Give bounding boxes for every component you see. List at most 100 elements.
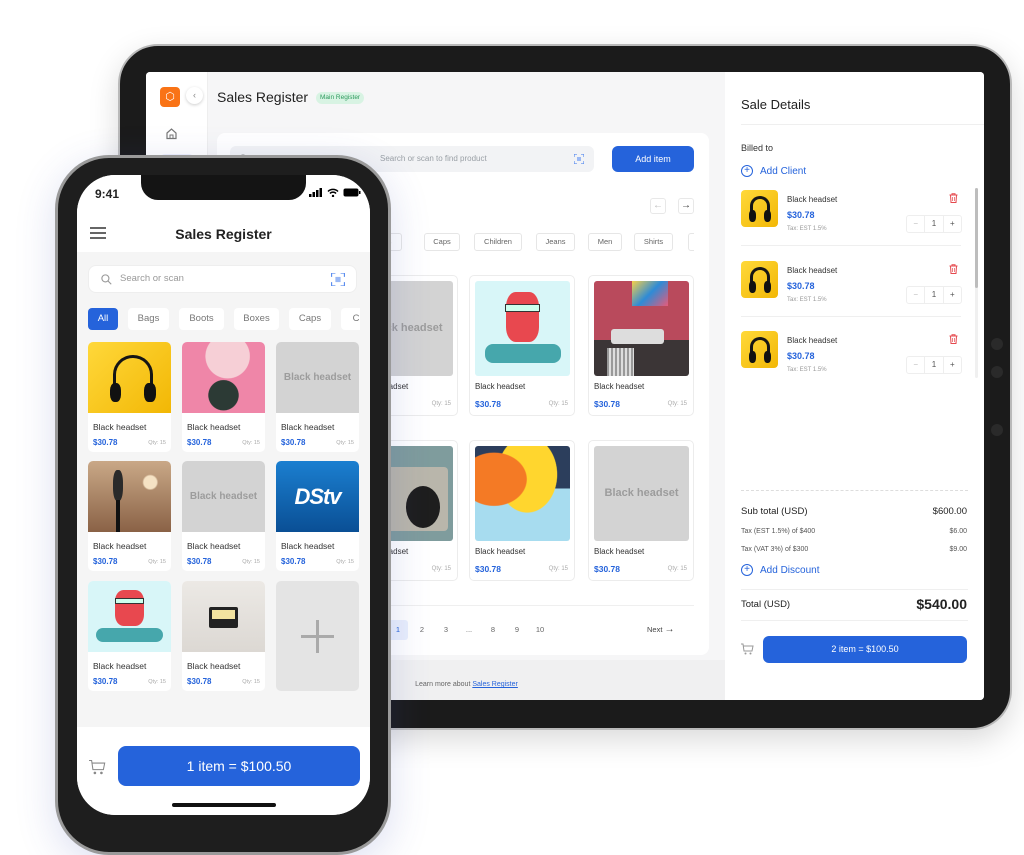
trash-icon[interactable] xyxy=(949,193,958,203)
quantity-stepper[interactable]: −1 + xyxy=(906,215,962,233)
product-name: Black headset xyxy=(281,422,335,432)
product-qty: Qty: 15 xyxy=(336,559,354,565)
product-card[interactable]: Black headset $30.78 Qty: 15 xyxy=(588,275,694,416)
page-button[interactable]: 3 xyxy=(436,620,456,640)
logo-box-icon[interactable]: ⬡ xyxy=(160,87,180,107)
billed-to-label: Billed to xyxy=(741,143,774,153)
decrement-button[interactable]: − xyxy=(907,287,924,303)
quantity-stepper[interactable]: −1 + xyxy=(906,285,962,304)
category-chip[interactable]: Boots xyxy=(179,308,224,330)
product-card[interactable]: Black headset Black headset $30.78 Qty: … xyxy=(276,342,359,452)
product-card[interactable]: Black headset $30.78 Qty: 15 xyxy=(469,440,575,581)
barcode-scan-icon[interactable] xyxy=(331,273,345,286)
cart-item-price: $30.78 xyxy=(787,351,815,361)
product-image xyxy=(182,342,265,413)
cart-item-tax: Tax: EST 1.5% xyxy=(787,367,827,373)
product-image xyxy=(475,281,570,376)
tablet-side-button xyxy=(991,338,1003,350)
add-discount-button[interactable]: + Add Discount xyxy=(741,564,819,576)
quantity-value[interactable]: 1 xyxy=(924,216,942,232)
scrollbar-thumb[interactable] xyxy=(975,188,978,288)
quantity-value[interactable]: 1 xyxy=(924,357,942,373)
product-card[interactable]: Black headset $30.78 Qty: 15 xyxy=(182,581,265,691)
category-chip[interactable]: Boxes xyxy=(234,308,279,330)
product-price: $30.78 xyxy=(187,677,212,686)
product-name: Black headset xyxy=(187,422,241,432)
product-qty: Qty: 15 xyxy=(431,401,451,407)
product-name: Black headset xyxy=(187,661,241,671)
page-button[interactable]: 8 xyxy=(483,620,503,640)
product-image: Black headset xyxy=(594,446,689,541)
product-card[interactable]: Black headset $30.78 Qty: 15 xyxy=(182,342,265,452)
product-qty: Qty: 15 xyxy=(336,440,354,446)
product-name: Black headset xyxy=(594,547,645,556)
product-card[interactable]: Black headset $30.78 Qty: 15 xyxy=(88,581,171,691)
product-name: Black headset xyxy=(187,541,241,551)
product-card[interactable]: Black headset $30.78 Qty: 15 xyxy=(88,342,171,452)
plus-circle-icon: + xyxy=(741,564,753,576)
tax-label: Tax (EST 1.5%) of $400 xyxy=(741,528,816,535)
tax-value: $9.00 xyxy=(949,546,967,553)
barcode-scan-icon[interactable] xyxy=(574,154,584,164)
page-button[interactable]: 9 xyxy=(507,620,527,640)
checkout-button[interactable]: 2 item = $100.50 xyxy=(763,636,967,663)
category-chip[interactable]: Bags xyxy=(128,308,169,330)
add-client-button[interactable]: + Add Client xyxy=(741,165,806,177)
scroll-left-button[interactable]: ← xyxy=(650,198,666,214)
trash-icon[interactable] xyxy=(949,263,958,274)
plus-circle-icon: + xyxy=(741,165,753,177)
product-price: $30.78 xyxy=(187,557,212,566)
product-price: $30.78 xyxy=(475,564,501,574)
category-chip[interactable]: Caps xyxy=(289,308,331,330)
page-button[interactable]: 2 xyxy=(412,620,432,640)
cart-item: Black headset $30.78 Tax: EST 1.5% −1 + xyxy=(725,260,970,325)
divider xyxy=(741,589,968,590)
product-image xyxy=(182,581,265,652)
category-chip[interactable]: Jeans xyxy=(536,233,575,251)
product-name: Black headset xyxy=(93,541,147,551)
category-chip[interactable] xyxy=(688,233,694,251)
quantity-value[interactable]: 1 xyxy=(924,286,942,303)
product-qty: Qty: 15 xyxy=(548,566,568,572)
category-chip[interactable]: All xyxy=(88,308,118,330)
scrollbar[interactable] xyxy=(975,188,978,378)
next-page-button[interactable]: Next → xyxy=(647,620,675,640)
category-chip[interactable]: C xyxy=(341,308,360,330)
product-card[interactable]: Black headset Black headset $30.78 Qty: … xyxy=(182,461,265,571)
tax-label: Tax (VAT 3%) of $300 xyxy=(741,546,809,553)
collapse-sidebar-button[interactable]: ‹ xyxy=(186,87,203,104)
scroll-right-button[interactable]: → xyxy=(678,198,694,214)
search-placeholder: Search or scan to find product xyxy=(380,154,487,163)
product-card[interactable]: DStv Black headset $30.78 Qty: 15 xyxy=(276,461,359,571)
cart-item-name: Black headset xyxy=(787,265,838,275)
sales-register-link[interactable]: Sales Register xyxy=(472,681,518,688)
phone-checkout-button[interactable]: 1 item = $100.50 xyxy=(118,746,360,786)
product-card[interactable]: Black headset $30.78 Qty: 15 xyxy=(469,275,575,416)
page-button[interactable]: 1 xyxy=(388,620,408,640)
page-title: Sales Register xyxy=(217,89,309,105)
page-button[interactable]: 10 xyxy=(530,620,550,640)
category-chip[interactable]: Caps xyxy=(424,233,460,251)
category-chip[interactable]: Children xyxy=(474,233,522,251)
increment-button[interactable]: + xyxy=(942,216,961,232)
decrement-button[interactable]: − xyxy=(907,216,924,232)
category-chip[interactable]: Shirts xyxy=(634,233,673,251)
product-image xyxy=(88,461,171,532)
increment-button[interactable]: + xyxy=(942,286,961,303)
quantity-stepper[interactable]: −1 + xyxy=(906,356,962,374)
product-card[interactable]: Black headset $30.78 Qty: 15 xyxy=(88,461,171,571)
total-label: Total (USD) xyxy=(741,598,791,610)
home-icon[interactable] xyxy=(165,127,178,140)
search-placeholder: Search or scan xyxy=(120,273,184,284)
add-product-tile[interactable] xyxy=(276,581,359,691)
product-image: Black headset xyxy=(182,461,265,532)
category-chip[interactable]: Men xyxy=(588,233,622,251)
increment-button[interactable]: + xyxy=(942,357,961,373)
phone-search-input[interactable]: Search or scan xyxy=(88,265,357,293)
cart-item-price: $30.78 xyxy=(787,210,815,220)
decrement-button[interactable]: − xyxy=(907,357,924,373)
add-item-button[interactable]: Add item xyxy=(612,146,694,172)
product-card[interactable]: Black headset Black headset $30.78 Qty: … xyxy=(588,440,694,581)
trash-icon[interactable] xyxy=(949,334,958,344)
product-qty: Qty: 15 xyxy=(667,566,687,572)
